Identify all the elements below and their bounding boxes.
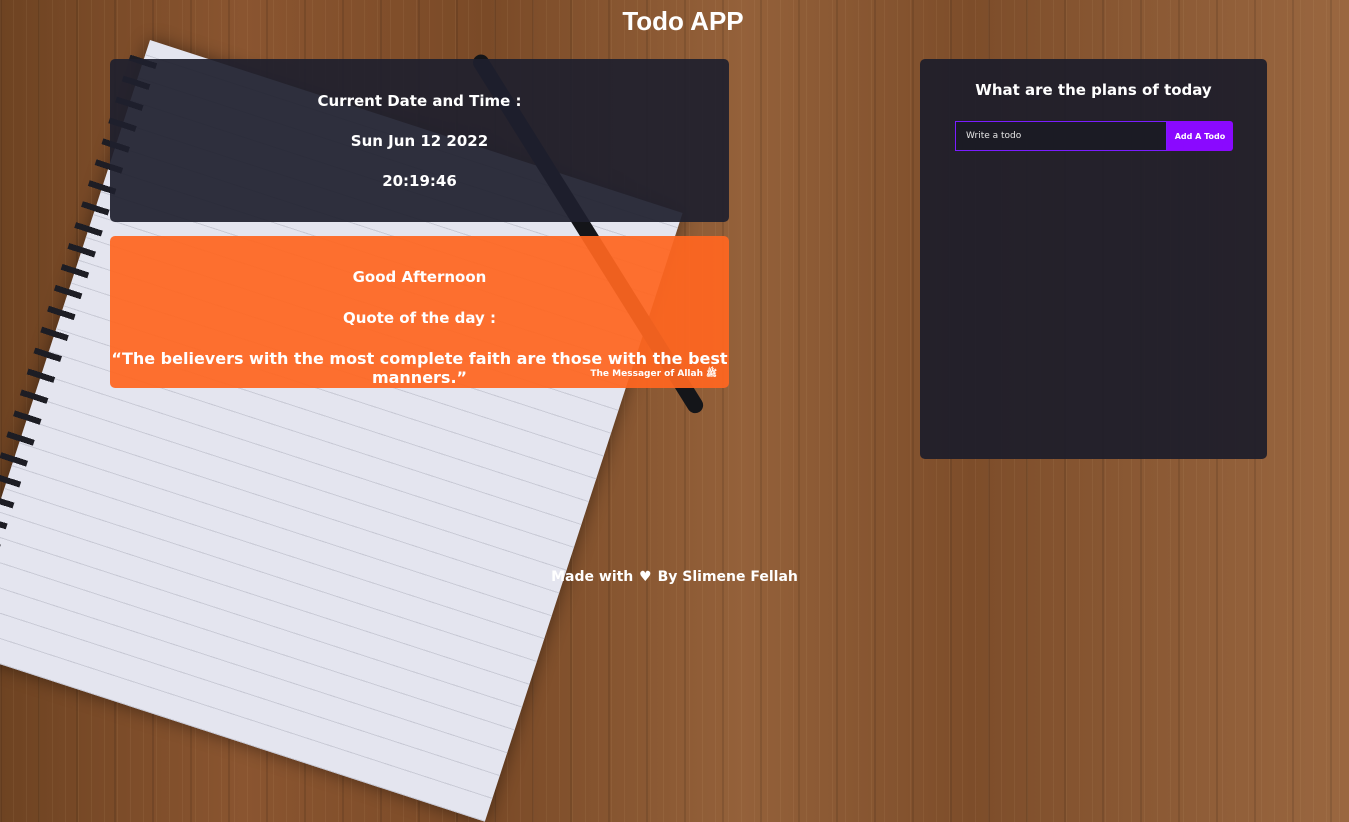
add-todo-button[interactable]: Add A Todo <box>1167 121 1233 151</box>
quote-heading: Quote of the day : <box>343 309 496 327</box>
current-date: Sun Jun 12 2022 <box>350 132 489 150</box>
footer-made-with: Made with <box>551 569 634 585</box>
greeting-text: Good Afternoon <box>352 268 487 286</box>
current-time: 20:19:46 <box>382 172 457 190</box>
todo-input[interactable] <box>955 121 1167 151</box>
app-title: Todo APP <box>622 6 744 36</box>
footer-author: By Slimene Fellah <box>657 569 798 585</box>
date-time-heading: Current Date and Time : <box>317 92 522 110</box>
footer: Made with ♥ By Slimene Fellah <box>0 569 1349 585</box>
heart-icon: ♥ <box>639 569 652 585</box>
todo-panel-title: What are the plans of today <box>975 81 1212 99</box>
greeting-quote-card: Good Afternoon Quote of the day : “The b… <box>110 236 729 388</box>
todo-panel: What are the plans of today Add A Todo <box>920 59 1267 459</box>
date-time-card: Current Date and Time : Sun Jun 12 2022 … <box>110 59 729 222</box>
quote-source: The Messager of Allah ﷺ <box>590 369 717 379</box>
